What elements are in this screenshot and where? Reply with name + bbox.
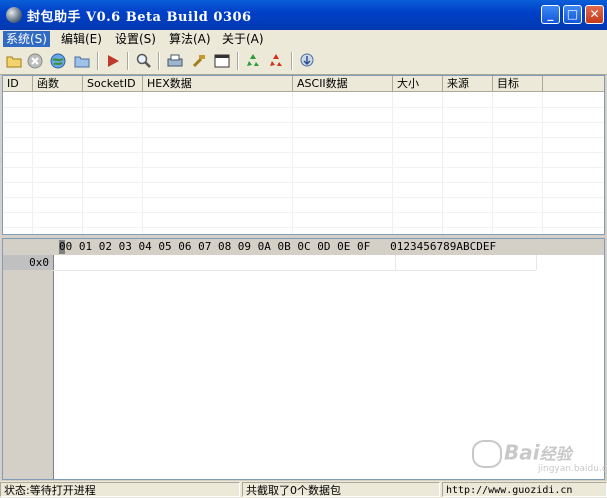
hex-header-text: 00 01 02 03 04 05 06 07 08 09 0A 0B 0C 0… xyxy=(59,240,497,253)
menu-edit[interactable]: 编辑(E) xyxy=(58,31,105,47)
menu-bar: 系统(S) 编辑(E) 设置(S) 算法(A) 关于(A) xyxy=(0,30,607,48)
maximize-button[interactable]: □ xyxy=(563,5,582,24)
globe-icon[interactable] xyxy=(49,52,67,70)
col-ascii[interactable]: ASCII数据 xyxy=(293,76,393,92)
close-button[interactable]: ✕ xyxy=(585,5,604,24)
col-function[interactable]: 函数 xyxy=(33,76,83,92)
watermark-sub: jingyan.baidu.com xyxy=(538,464,607,474)
status-captured: 共截取了0个数据包 xyxy=(242,482,440,497)
menu-algorithm[interactable]: 算法(A) xyxy=(166,31,214,47)
watermark-cn: 经验 xyxy=(539,444,572,464)
col-target[interactable]: 目标 xyxy=(493,76,543,92)
hex-ascii-divider xyxy=(395,255,396,270)
grid-line xyxy=(3,182,604,183)
status-state: 状态:等待打开进程 xyxy=(0,482,240,497)
grid-line xyxy=(3,137,604,138)
col-size[interactable]: 大小 xyxy=(393,76,443,92)
print-icon[interactable] xyxy=(166,52,184,70)
hex-address[interactable]: 0x0 xyxy=(3,255,53,270)
tools-icon[interactable] xyxy=(190,52,208,70)
grid-line xyxy=(3,107,604,108)
grid-line xyxy=(3,197,604,198)
paw-icon xyxy=(472,440,502,468)
col-filler xyxy=(543,76,604,92)
play-icon[interactable] xyxy=(104,52,122,70)
col-hex[interactable]: HEX数据 xyxy=(143,76,293,92)
menu-settings[interactable]: 设置(S) xyxy=(112,31,159,47)
watermark-text: Bai xyxy=(504,440,540,465)
toolbar-separator xyxy=(291,52,293,70)
hex-row-end xyxy=(536,255,537,270)
packet-list[interactable]: ID 函数 SocketID HEX数据 ASCII数据 大小 来源 目标 xyxy=(2,75,605,235)
toolbar-separator xyxy=(97,52,99,70)
menu-system[interactable]: 系统(S) xyxy=(3,31,50,47)
toolbar-separator xyxy=(158,52,160,70)
app-icon[interactable] xyxy=(6,7,22,23)
toolbar-separator xyxy=(127,52,129,70)
grid-line xyxy=(3,122,604,123)
open-icon[interactable] xyxy=(5,52,23,70)
folder-icon[interactable] xyxy=(73,52,91,70)
search-icon[interactable] xyxy=(135,52,153,70)
window-title: 封包助手 V0.6 Beta Build 0306 xyxy=(27,10,252,25)
toolbar-separator xyxy=(237,52,239,70)
recycle-green-icon[interactable] xyxy=(244,52,262,70)
download-icon[interactable] xyxy=(298,52,316,70)
grid-line xyxy=(3,152,604,153)
minimize-button[interactable]: _ xyxy=(541,5,560,24)
status-bar: 状态:等待打开进程 共截取了0个数据包 http://www.guozidi.c… xyxy=(0,481,607,498)
hex-row-line xyxy=(53,270,536,271)
status-url[interactable]: http://www.guozidi.cn xyxy=(442,482,607,497)
grid-line xyxy=(3,227,604,228)
window-icon[interactable] xyxy=(213,52,231,70)
col-source[interactable]: 来源 xyxy=(443,76,493,92)
toolbar xyxy=(0,48,607,75)
grid-line xyxy=(3,167,604,168)
grid-line xyxy=(3,212,604,213)
hex-address-gutter xyxy=(3,255,54,479)
stop-icon[interactable] xyxy=(26,52,44,70)
menu-about[interactable]: 关于(A) xyxy=(219,31,267,47)
col-id[interactable]: ID xyxy=(3,76,33,92)
baidu-watermark: Bai经验 jingyan.baidu.com xyxy=(472,440,607,474)
col-socketid[interactable]: SocketID xyxy=(83,76,143,92)
hex-header: 00 01 02 03 04 05 06 07 08 09 0A 0B 0C 0… xyxy=(3,239,604,255)
recycle-red-icon[interactable] xyxy=(267,52,285,70)
title-bar[interactable]: 封包助手 V0.6 Beta Build 0306 _ □ ✕ xyxy=(0,0,607,30)
